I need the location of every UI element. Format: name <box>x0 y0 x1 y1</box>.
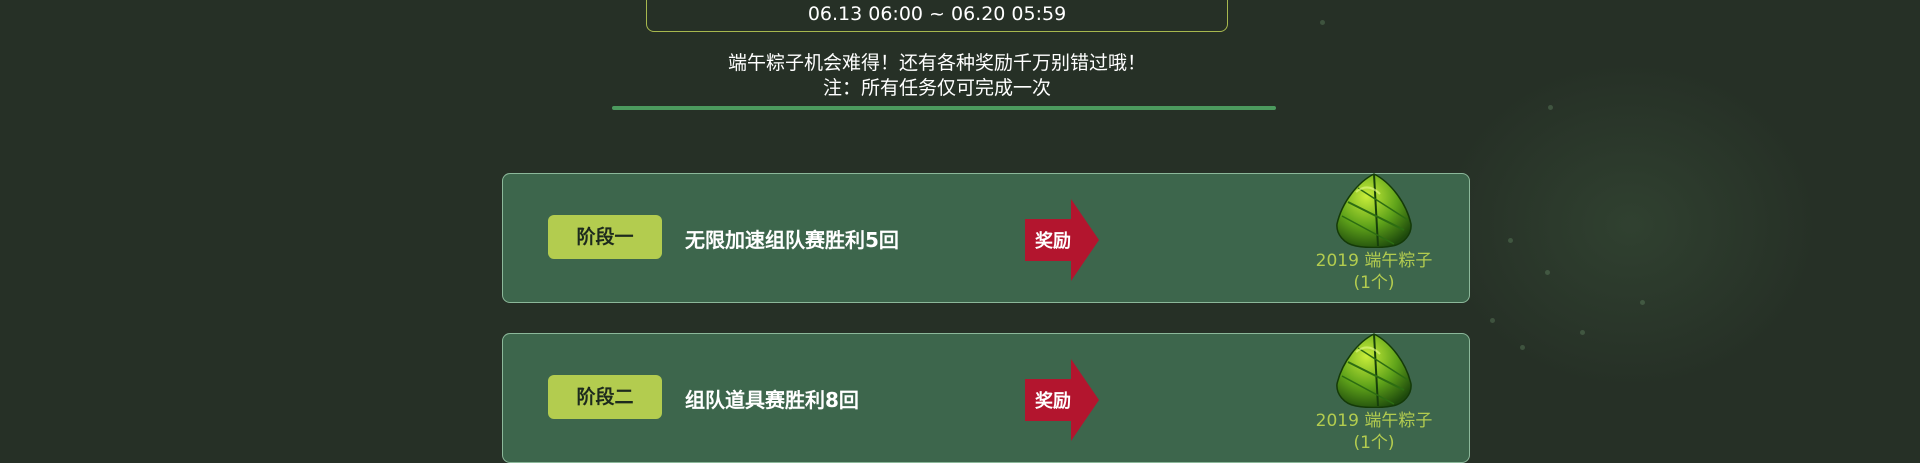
event-date-range: 06.13 06:00 ~ 06.20 05:59 <box>646 0 1228 32</box>
zongzi-icon <box>1334 332 1414 408</box>
reward-item-title: 2019 端午粽子 <box>1315 251 1433 271</box>
sparkle-decoration <box>1320 20 1325 25</box>
stage-badge: 阶段二 <box>548 375 662 419</box>
event-note: 注：所有任务仅可完成一次 <box>822 77 1051 99</box>
stage-task: 无限加速组队赛胜利5回 <box>685 228 899 252</box>
reward-item-name: 2019 端午粽子 (1个) <box>1293 410 1455 454</box>
stage-task: 组队道具赛胜利8回 <box>685 388 859 412</box>
stage-card: 阶段一 无限加速组队赛胜利5回 奖励 2019 端午粽子 (1个) <box>502 173 1470 303</box>
reward-item-quantity: (1个) <box>1353 273 1395 293</box>
background-glow <box>1440 60 1820 390</box>
stage-card: 阶段二 组队道具赛胜利8回 奖励 2019 端午粽子 (1个) <box>502 333 1470 463</box>
sparkle-decoration <box>1545 270 1550 275</box>
reward-item-title: 2019 端午粽子 <box>1315 411 1433 431</box>
sparkle-decoration <box>1548 105 1553 110</box>
reward-item-quantity: (1个) <box>1353 433 1395 453</box>
section-divider <box>612 106 1276 110</box>
sparkle-decoration <box>1490 318 1495 323</box>
zongzi-icon <box>1334 172 1414 248</box>
sparkle-decoration <box>1520 345 1525 350</box>
sparkle-decoration <box>1640 300 1645 305</box>
event-notice: 端午粽子机会难得！还有各种奖励千万别错过哦！ <box>727 52 1146 74</box>
stage-badge: 阶段一 <box>548 215 662 259</box>
sparkle-decoration <box>1508 238 1513 243</box>
reward-label: 奖励 <box>1035 231 1071 252</box>
reward-label: 奖励 <box>1035 391 1071 412</box>
reward-item-name: 2019 端午粽子 (1个) <box>1293 250 1455 294</box>
sparkle-decoration <box>1580 330 1585 335</box>
